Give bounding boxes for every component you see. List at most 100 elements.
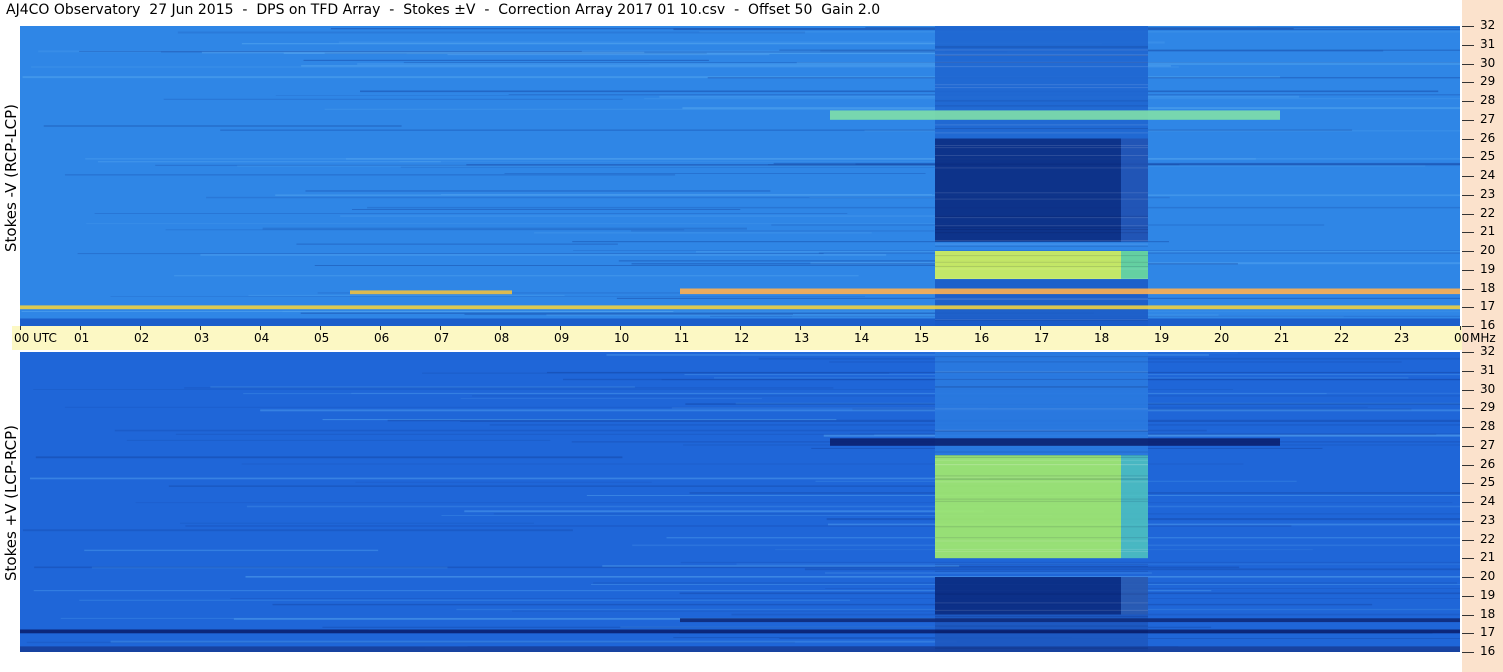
storm-texture-line [935,240,1148,241]
noise-streak [177,31,806,34]
noise-streak [43,125,402,127]
utc-tick-mark [1160,326,1161,330]
mhz-tick-label: 24 [1480,494,1496,508]
noise-streak [94,213,848,214]
noise-streak [351,209,741,210]
storm-texture-line [935,498,1148,500]
noise-streak [180,522,535,524]
noise-streak [631,230,935,232]
mhz-tick-mark [1462,63,1474,65]
noise-streak [165,229,685,231]
storm-texture-line [935,167,1148,169]
noise-streak [126,439,551,441]
storm-texture-line [935,266,1148,267]
storm-texture-line [935,609,1148,611]
mhz-tick-label: 30 [1480,55,1496,70]
noise-streak [77,253,824,255]
mhz-tick-label: 28 [1480,93,1496,107]
utc-tick-label: 18 [1094,331,1110,345]
spectral-feature [20,305,1460,310]
utc-tick-label: 09 [554,331,570,345]
utc-tick-mark [20,326,21,330]
utc-tick-label: 05 [314,331,330,345]
mhz-unit-label: MHz [1470,331,1496,345]
spectral-feature [680,288,1460,295]
storm-texture-line [935,455,1148,457]
storm-texture-line [935,540,1148,542]
mhz-tick-label: 29 [1480,74,1496,89]
storm-texture-line [935,226,1148,228]
noise-streak [110,296,865,297]
utc-tick-label: 21 [1274,331,1290,345]
mhz-tick-label: 16 [1480,318,1496,332]
mhz-tick-label: 19 [1480,261,1496,276]
noise-streak [86,223,949,225]
utc-tick-mark [620,326,621,330]
spectral-feature [680,618,1460,623]
noise-streak [21,311,674,312]
noise-streak [22,529,573,532]
mhz-tick-label: 23 [1480,512,1496,527]
storm-texture-line [935,55,1148,56]
noise-streak [340,215,973,217]
noise-streak [275,194,1460,197]
utc-tick-mark [1040,326,1041,330]
noise-streak [174,275,859,277]
storm-texture-line [935,386,1148,388]
utc-tick-mark [920,326,921,330]
noise-streak [64,406,1368,408]
storm-texture-line [935,198,1148,200]
mhz-tick-label: 20 [1480,569,1496,583]
noise-streak [305,190,771,192]
noise-streak [168,485,1020,487]
storm-texture-line [935,297,1148,299]
noise-streak [824,572,1152,574]
storm-texture-line [935,132,1148,134]
noise-streak [504,173,926,174]
noise-streak [464,510,985,513]
mhz-tick-label: 28 [1480,419,1496,433]
storm-texture-line [935,477,1148,479]
storm-texture-line [935,476,1148,478]
storm-texture-line [935,647,1148,649]
utc-tick-mark [800,326,801,330]
spectrogram-bottom [20,352,1460,652]
utc-tick-label: 14 [854,331,870,345]
noise-streak [355,481,652,483]
storm-texture-line [935,255,1148,257]
storm-texture-line [935,49,1148,51]
mhz-tick-mark [1462,82,1474,84]
utc-tick-mark [80,326,81,330]
utc-tick-label: 04 [254,331,270,345]
noise-streak [85,158,1460,160]
mhz-tick-mark [1462,119,1474,121]
utc-tick-mark [440,326,441,330]
utc-tick-label: 06 [374,331,390,345]
spectral-feature [20,629,1460,634]
mhz-tick-mark [1462,445,1474,447]
noise-streak [110,640,957,643]
noise-streak [230,598,1460,599]
noise-streak [237,165,1426,167]
noise-streak [200,254,887,256]
utc-tick-mark [1220,326,1221,330]
utc-tick-mark [680,326,681,330]
storm-texture-line [935,625,1148,627]
utc-tick-label: 17 [1034,331,1050,345]
storm-texture-line [935,593,1148,595]
storm-texture-line [935,565,1148,567]
storm-texture-line [935,147,1148,149]
storm-texture-line [935,459,1148,461]
noise-streak [303,59,709,61]
utc-tick-label: 20 [1214,331,1230,345]
mhz-tick-label: 29 [1480,400,1496,415]
mhz-tick-mark [1462,389,1474,391]
mhz-tick-mark [1462,213,1474,215]
utc-tick-mark [1280,326,1281,330]
storm-texture-line [935,630,1148,632]
noise-streak [534,232,872,234]
storm-texture-line [935,66,1148,68]
storm-texture-line [935,278,1148,280]
noise-streak [246,505,1460,508]
utc-tick-mark [320,326,321,330]
